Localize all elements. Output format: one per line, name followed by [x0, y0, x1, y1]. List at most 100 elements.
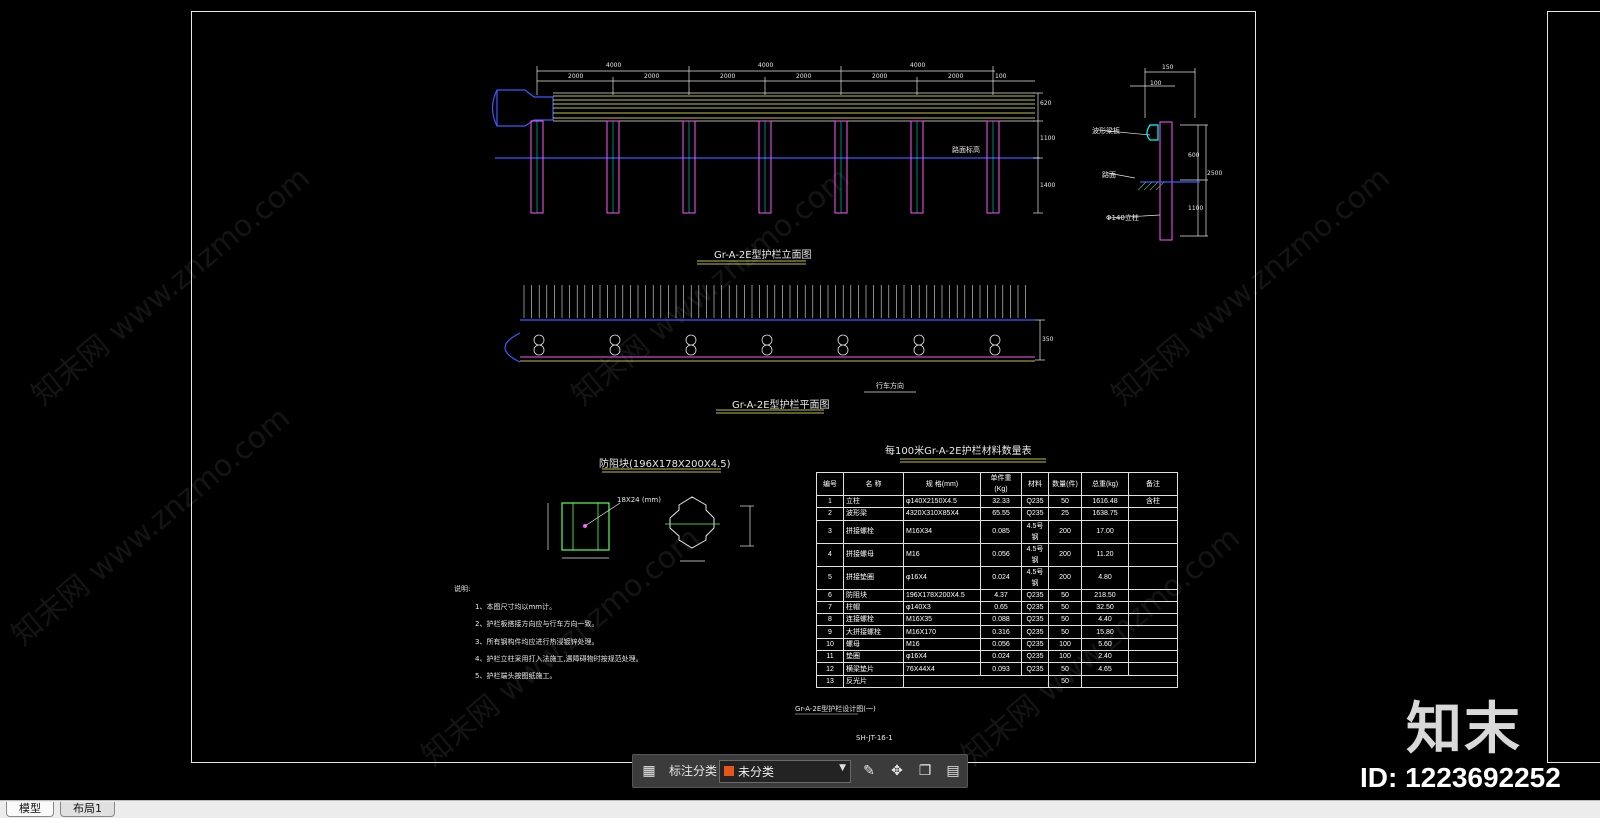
section-dim-2500: 2500	[1207, 170, 1223, 177]
table-cell	[1128, 519, 1178, 544]
annotation-toolbar: ▦ 标注分类 未分类 ▼ ✎ ✥ ❐ ▤	[632, 754, 968, 788]
edit-icon[interactable]: ✎	[861, 763, 877, 779]
col-qty: 数量(件)	[1048, 472, 1082, 496]
table-cell	[1128, 588, 1178, 602]
elevation-title: Gr-A-2E型护栏立面图	[714, 250, 812, 261]
table-cell: 11	[816, 650, 844, 664]
table-cell: 2	[816, 507, 844, 521]
spacer-block-detail	[547, 496, 754, 562]
table-cell: M16X35	[903, 613, 981, 627]
col-total: 总重(kg)	[1081, 472, 1129, 496]
tab-layout1[interactable]: 布局1	[60, 802, 115, 817]
table-cell: 0.056	[980, 542, 1022, 567]
move-icon[interactable]: ✥	[889, 763, 905, 779]
table-cell: Q235	[1021, 600, 1049, 615]
table-cell: 50	[1048, 613, 1082, 627]
plan-post-circle	[989, 344, 1001, 356]
annotation-category-select[interactable]: 未分类 ▼	[719, 760, 851, 783]
table-cell: 拼接螺栓	[843, 519, 904, 544]
dim-2000-5: 2000	[872, 73, 888, 80]
table-row: 1 立柱 φ140X2150X4.5 32.33 Q235 50 1616.48 含柱	[816, 494, 1178, 509]
section-label-post: Φ140立柱	[1106, 214, 1139, 222]
plan-post-circle	[913, 344, 925, 356]
table-cell: 11.20	[1081, 542, 1129, 567]
table-cell: 2.40	[1081, 650, 1129, 664]
plan-post-circle	[837, 344, 849, 356]
cad-drawing-canvas[interactable]: 知末网 www.znzmo.com 知末网 www.znzmo.com 知末网 …	[0, 0, 1600, 800]
table-cell	[1128, 650, 1178, 664]
table-cell: 4.5号钢	[1021, 565, 1049, 590]
table-cell: 15.80	[1081, 625, 1129, 639]
note-2: 2、护栏板搭接方向应与行车方向一致。	[475, 620, 599, 628]
section-dim-100: 100	[1150, 80, 1162, 87]
materials-table: 编号 名 称 规 格(mm) 单件重 (Kg) 材料 数量(件) 总重(kg) …	[816, 472, 1178, 688]
dim-2000-2: 2000	[644, 73, 660, 80]
table-header-row: 编号 名 称 规 格(mm) 单件重 (Kg) 材料 数量(件) 总重(kg) …	[816, 472, 1178, 496]
table-cell: Q235	[1021, 637, 1049, 652]
table-row: 3 拼接螺栓 M16X34 0.085 4.5号钢 200 17.00	[816, 519, 1178, 544]
table-row: 5 拼接垫圈 φ16X4 0.024 4.5号钢 200 4.80	[816, 565, 1178, 590]
table-cell	[1128, 542, 1178, 567]
table-cell: 1616.48	[1081, 494, 1129, 509]
dim-right-1100: 1100	[1040, 135, 1056, 142]
table-cell: φ140X3	[903, 600, 981, 615]
table-cell: 4.40	[1081, 613, 1129, 627]
table-cell: 拼接垫圈	[843, 565, 904, 590]
ground-label: 路面标高	[952, 146, 980, 154]
sheet-title: Gr-A-2E型护栏设计图(一)	[795, 705, 876, 713]
table-cell: 50	[1048, 662, 1082, 676]
table-cell: Q235	[1021, 613, 1049, 627]
table-cell: 波形梁	[843, 507, 904, 521]
dim-2000-3: 2000	[720, 73, 736, 80]
plan-post-circle	[761, 344, 773, 356]
table-cell: 32.33	[980, 494, 1022, 509]
table-cell: 50	[1048, 588, 1082, 602]
table-cell: Q235	[1021, 507, 1049, 521]
table-cell: 7	[816, 600, 844, 615]
table-cell: 200	[1048, 542, 1082, 567]
table-row: 10 螺母 M16 0.056 Q235 100 5.60	[816, 637, 1178, 652]
table-cell: 50	[1048, 674, 1082, 688]
table-cell: Q235	[1021, 494, 1049, 509]
table-row: 12 横梁垫片 76X44X4 0.093 Q235 50 4.65	[816, 662, 1178, 676]
chevron-down-icon: ▼	[839, 763, 846, 773]
table-cell: 50	[1048, 600, 1082, 615]
table-cell: 拼接螺母	[843, 542, 904, 567]
note-4: 4、护栏立柱采用打入法施工,遇障碍物时按规范处理。	[475, 655, 643, 663]
category-select-value: 未分类	[738, 765, 775, 779]
copy-icon[interactable]: ❐	[917, 763, 933, 779]
table-cell: Q235	[1021, 588, 1049, 602]
table-cell: 200	[1048, 519, 1082, 544]
table-cell	[1128, 507, 1178, 521]
table-cell: 200	[1048, 565, 1082, 590]
table-row: 7 柱帽 φ140X3 0.65 Q235 50 32.50	[816, 600, 1178, 615]
paste-icon[interactable]: ▤	[945, 763, 961, 779]
table-row: 11 垫圈 φ16X4 0.024 Q235 100 2.40	[816, 650, 1178, 664]
table-cell: 4	[816, 542, 844, 567]
plan-post-circle	[685, 344, 697, 356]
table-cell: 218.50	[1081, 588, 1129, 602]
plan-post-circle	[609, 334, 621, 346]
plan-title: Gr-A-2E型护栏平面图	[732, 400, 830, 411]
annotation-category-label: 标注分类	[669, 764, 718, 778]
tab-model[interactable]: 模型	[6, 802, 54, 817]
table-cell	[1128, 565, 1178, 590]
bom-title: 每100米Gr-A-2E护栏材料数量表	[885, 446, 1032, 457]
grid-icon[interactable]: ▦	[641, 763, 657, 779]
table-cell: φ16X4	[903, 650, 981, 664]
dim-100: 100	[995, 73, 1007, 80]
plan-post-circle	[533, 344, 545, 356]
table-cell: 32.50	[1081, 600, 1129, 615]
table-cell: 柱帽	[843, 600, 904, 615]
table-cell: 4.80	[1081, 565, 1129, 590]
plan-post-circle	[609, 344, 621, 356]
table-cell: M16X170	[903, 625, 981, 639]
table-cell: 0.65	[980, 600, 1022, 615]
table-cell	[1081, 674, 1178, 688]
elevation-view	[491, 66, 1043, 214]
table-row: 13 反光片 50	[816, 674, 1178, 688]
table-cell: 25	[1048, 507, 1082, 521]
table-cell: Q235	[1021, 650, 1049, 664]
sheet-number: SH-JT-16-1	[856, 734, 893, 742]
table-cell: 50	[1048, 494, 1082, 509]
